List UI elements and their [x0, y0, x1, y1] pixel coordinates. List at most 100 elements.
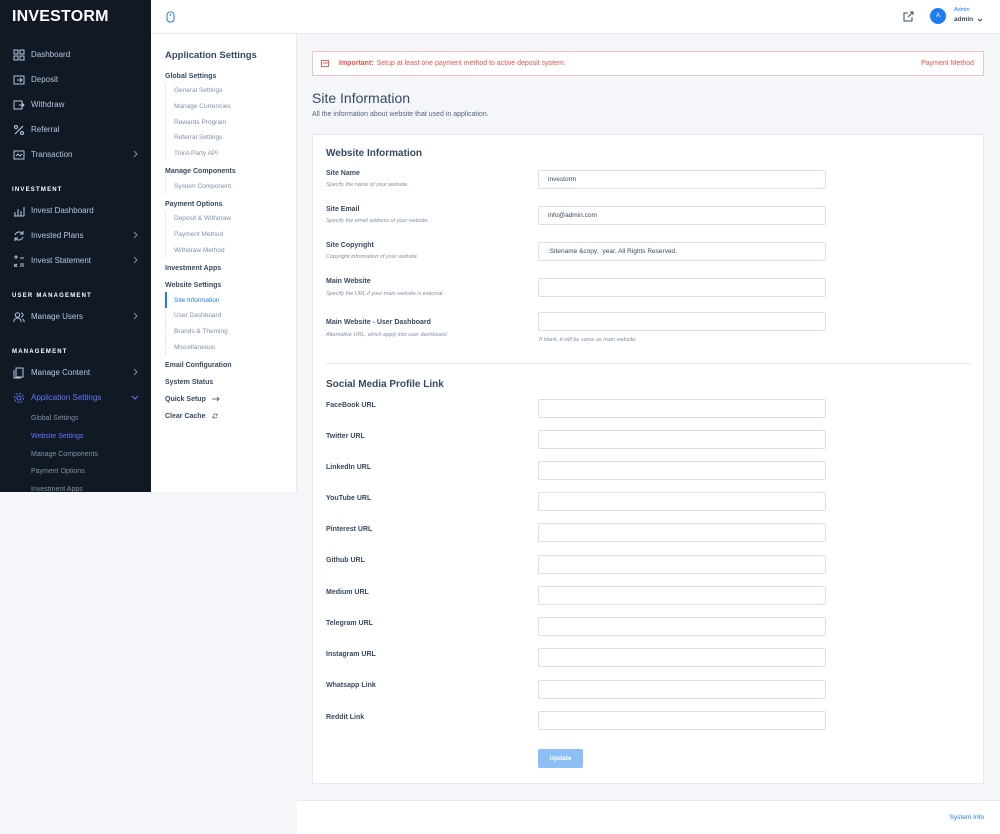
- sidebar-item-invest-dashboard[interactable]: Invest Dashboard: [0, 198, 151, 223]
- settings-item-payment-method[interactable]: Payment Method: [166, 227, 296, 243]
- medium-url-input[interactable]: [538, 586, 826, 605]
- settings-item-system-status[interactable]: System Status: [165, 379, 296, 386]
- settings-group-global: Global Settings: [165, 73, 217, 80]
- twitter-url-label: Twitter URL: [326, 433, 365, 440]
- sidebar-item-manage-content[interactable]: Manage Content: [0, 360, 151, 385]
- settings-group-website: Website Settings: [165, 282, 222, 290]
- youtube-url-input[interactable]: [538, 492, 826, 511]
- submenu-item-investment-apps[interactable]: Investment Apps: [31, 481, 151, 492]
- site-name-input[interactable]: investorm: [538, 170, 826, 189]
- sidebar: INVESTORM Dashboard Deposit Withdraw Ref…: [0, 0, 151, 492]
- main-website-dashboard-input[interactable]: [538, 312, 826, 331]
- settings-item-quick-setup[interactable]: Quick Setup: [165, 396, 296, 403]
- refresh-icon: [212, 414, 219, 419]
- settings-item-deposit-withdraw[interactable]: Deposit & Withdraw: [166, 211, 296, 227]
- sidebar-item-transaction[interactable]: Transaction: [0, 142, 151, 167]
- instagram-url-label: Instagram URL: [326, 651, 376, 658]
- quick-setup-label: Quick Setup: [165, 395, 206, 403]
- sidebar-item-label: Referral: [31, 125, 60, 134]
- avatar[interactable]: A: [930, 8, 946, 24]
- sidebar-menu: Dashboard Deposit Withdraw Referral Tran…: [0, 34, 151, 492]
- settings-item-miscellaneous[interactable]: Miscellaneous: [166, 339, 296, 355]
- external-link-icon[interactable]: [903, 11, 914, 22]
- github-url-label: Github URL: [326, 557, 365, 564]
- reddit-link-input[interactable]: [538, 711, 826, 730]
- page-title: Site Information: [312, 90, 411, 106]
- submenu-item-manage-components[interactable]: Manage Components: [31, 445, 151, 463]
- sidebar-item-application-settings[interactable]: Application Settings: [0, 385, 151, 410]
- linkedin-url-input[interactable]: [538, 461, 826, 480]
- settings-list-payment: Deposit & Withdraw Payment Method Withdr…: [165, 211, 296, 259]
- sidebar-item-referral[interactable]: Referral: [0, 117, 151, 142]
- medium-url-label: Medium URL: [326, 589, 369, 596]
- site-copyright-hint: Copyright information of your website.: [326, 254, 419, 260]
- site-name-label: Site Name: [326, 170, 360, 177]
- facebook-url-label: FaceBook URL: [326, 402, 376, 409]
- sidebar-item-invest-statement[interactable]: Invest Statement: [0, 248, 151, 273]
- sidebar-item-label: Transaction: [31, 150, 73, 159]
- facebook-url-input[interactable]: [538, 399, 826, 418]
- site-email-input[interactable]: info@admin.com: [538, 206, 826, 225]
- payment-method-link[interactable]: Payment Method: [921, 60, 974, 67]
- main-website-input[interactable]: [538, 278, 826, 297]
- submenu-item-website-settings[interactable]: Website Settings: [31, 428, 151, 446]
- settings-item-third-party-api[interactable]: Third-Party API: [166, 146, 296, 162]
- sidebar-item-label: Manage Users: [31, 312, 84, 321]
- section-title-website-info: Website Information: [326, 148, 422, 159]
- sidebar-item-deposit[interactable]: Deposit: [0, 67, 151, 92]
- sidebar-item-label: Manage Content: [31, 368, 91, 377]
- submenu-item-payment-options[interactable]: Payment Options: [31, 463, 151, 481]
- site-copyright-input[interactable]: :Sitename &copy; :year. All Rights Reser…: [538, 242, 826, 261]
- settings-form-card: Website Information Site Name Specify th…: [312, 134, 984, 784]
- sidebar-item-withdraw[interactable]: Withdraw: [0, 92, 151, 117]
- chevron-down-icon[interactable]: [977, 18, 983, 23]
- settings-item-general-settings[interactable]: General Settings: [166, 83, 296, 99]
- sidebar-item-invested-plans[interactable]: Invested Plans: [0, 223, 151, 248]
- user-role: Admin: [954, 7, 970, 13]
- submenu-item-global-settings[interactable]: Global Settings: [31, 410, 151, 428]
- sidebar-item-manage-users[interactable]: Manage Users: [0, 304, 151, 329]
- section-title-social-media: Social Media Profile Link: [326, 379, 444, 390]
- settings-item-rewards-program[interactable]: Rewards Program: [166, 114, 296, 130]
- settings-panel-title: Application Settings: [165, 50, 257, 61]
- section-divider: [326, 363, 971, 364]
- footer: System Info: [297, 800, 1000, 834]
- whatsapp-link-input[interactable]: [538, 680, 826, 699]
- alert-important: Important:: [339, 60, 374, 67]
- reddit-link-label: Reddit Link: [326, 714, 365, 721]
- main-website-dashboard-note: If blank, it will be same as main websit…: [539, 337, 637, 343]
- sidebar-item-dashboard[interactable]: Dashboard: [0, 42, 151, 67]
- main-content: Important: Setup at least one payment me…: [297, 34, 1000, 800]
- update-button[interactable]: Update: [538, 749, 583, 768]
- settings-list-global: General Settings Manage Currencies Rewar…: [165, 83, 296, 162]
- settings-item-manage-currencies[interactable]: Manage Currencies: [166, 99, 296, 115]
- chevron-right-icon: [133, 231, 138, 239]
- twitter-url-input[interactable]: [538, 430, 826, 449]
- pinterest-url-input[interactable]: [538, 523, 826, 542]
- clear-cache-label: Clear Cache: [165, 412, 206, 420]
- settings-item-site-information[interactable]: Site Information: [165, 292, 296, 308]
- brand-logo[interactable]: INVESTORM: [0, 0, 151, 34]
- telegram-url-input[interactable]: [538, 617, 826, 636]
- site-email-label: Site Email: [326, 206, 360, 213]
- system-info-link[interactable]: System Info: [950, 814, 984, 821]
- instagram-url-input[interactable]: [538, 648, 826, 667]
- settings-item-user-dashboard[interactable]: User Dashboard: [166, 308, 296, 324]
- sidebar-heading-investment: INVESTMENT: [12, 187, 63, 193]
- settings-item-withdraw-method[interactable]: Withdraw Method: [166, 243, 296, 259]
- dashboard-icon: [12, 48, 25, 61]
- settings-item-referral-settings[interactable]: Referral Settings: [166, 130, 296, 146]
- github-url-input[interactable]: [538, 555, 826, 574]
- menu-toggle-icon[interactable]: [166, 11, 175, 23]
- user-name[interactable]: admin: [954, 16, 973, 23]
- settings-item-brands-theming[interactable]: Brands & Theming: [166, 324, 296, 340]
- settings-group-payment: Payment Options: [165, 201, 223, 209]
- settings-item-clear-cache[interactable]: Clear Cache: [165, 413, 296, 420]
- sidebar-item-label: Application Settings: [31, 393, 102, 402]
- settings-item-email-configuration[interactable]: Email Configuration: [165, 362, 296, 369]
- sidebar-item-label: Invest Dashboard: [31, 206, 94, 215]
- users-icon: [12, 310, 25, 323]
- settings-group-investment-apps[interactable]: Investment Apps: [165, 265, 296, 272]
- settings-item-system-component[interactable]: System Component: [166, 178, 296, 194]
- percent-icon: [12, 123, 25, 136]
